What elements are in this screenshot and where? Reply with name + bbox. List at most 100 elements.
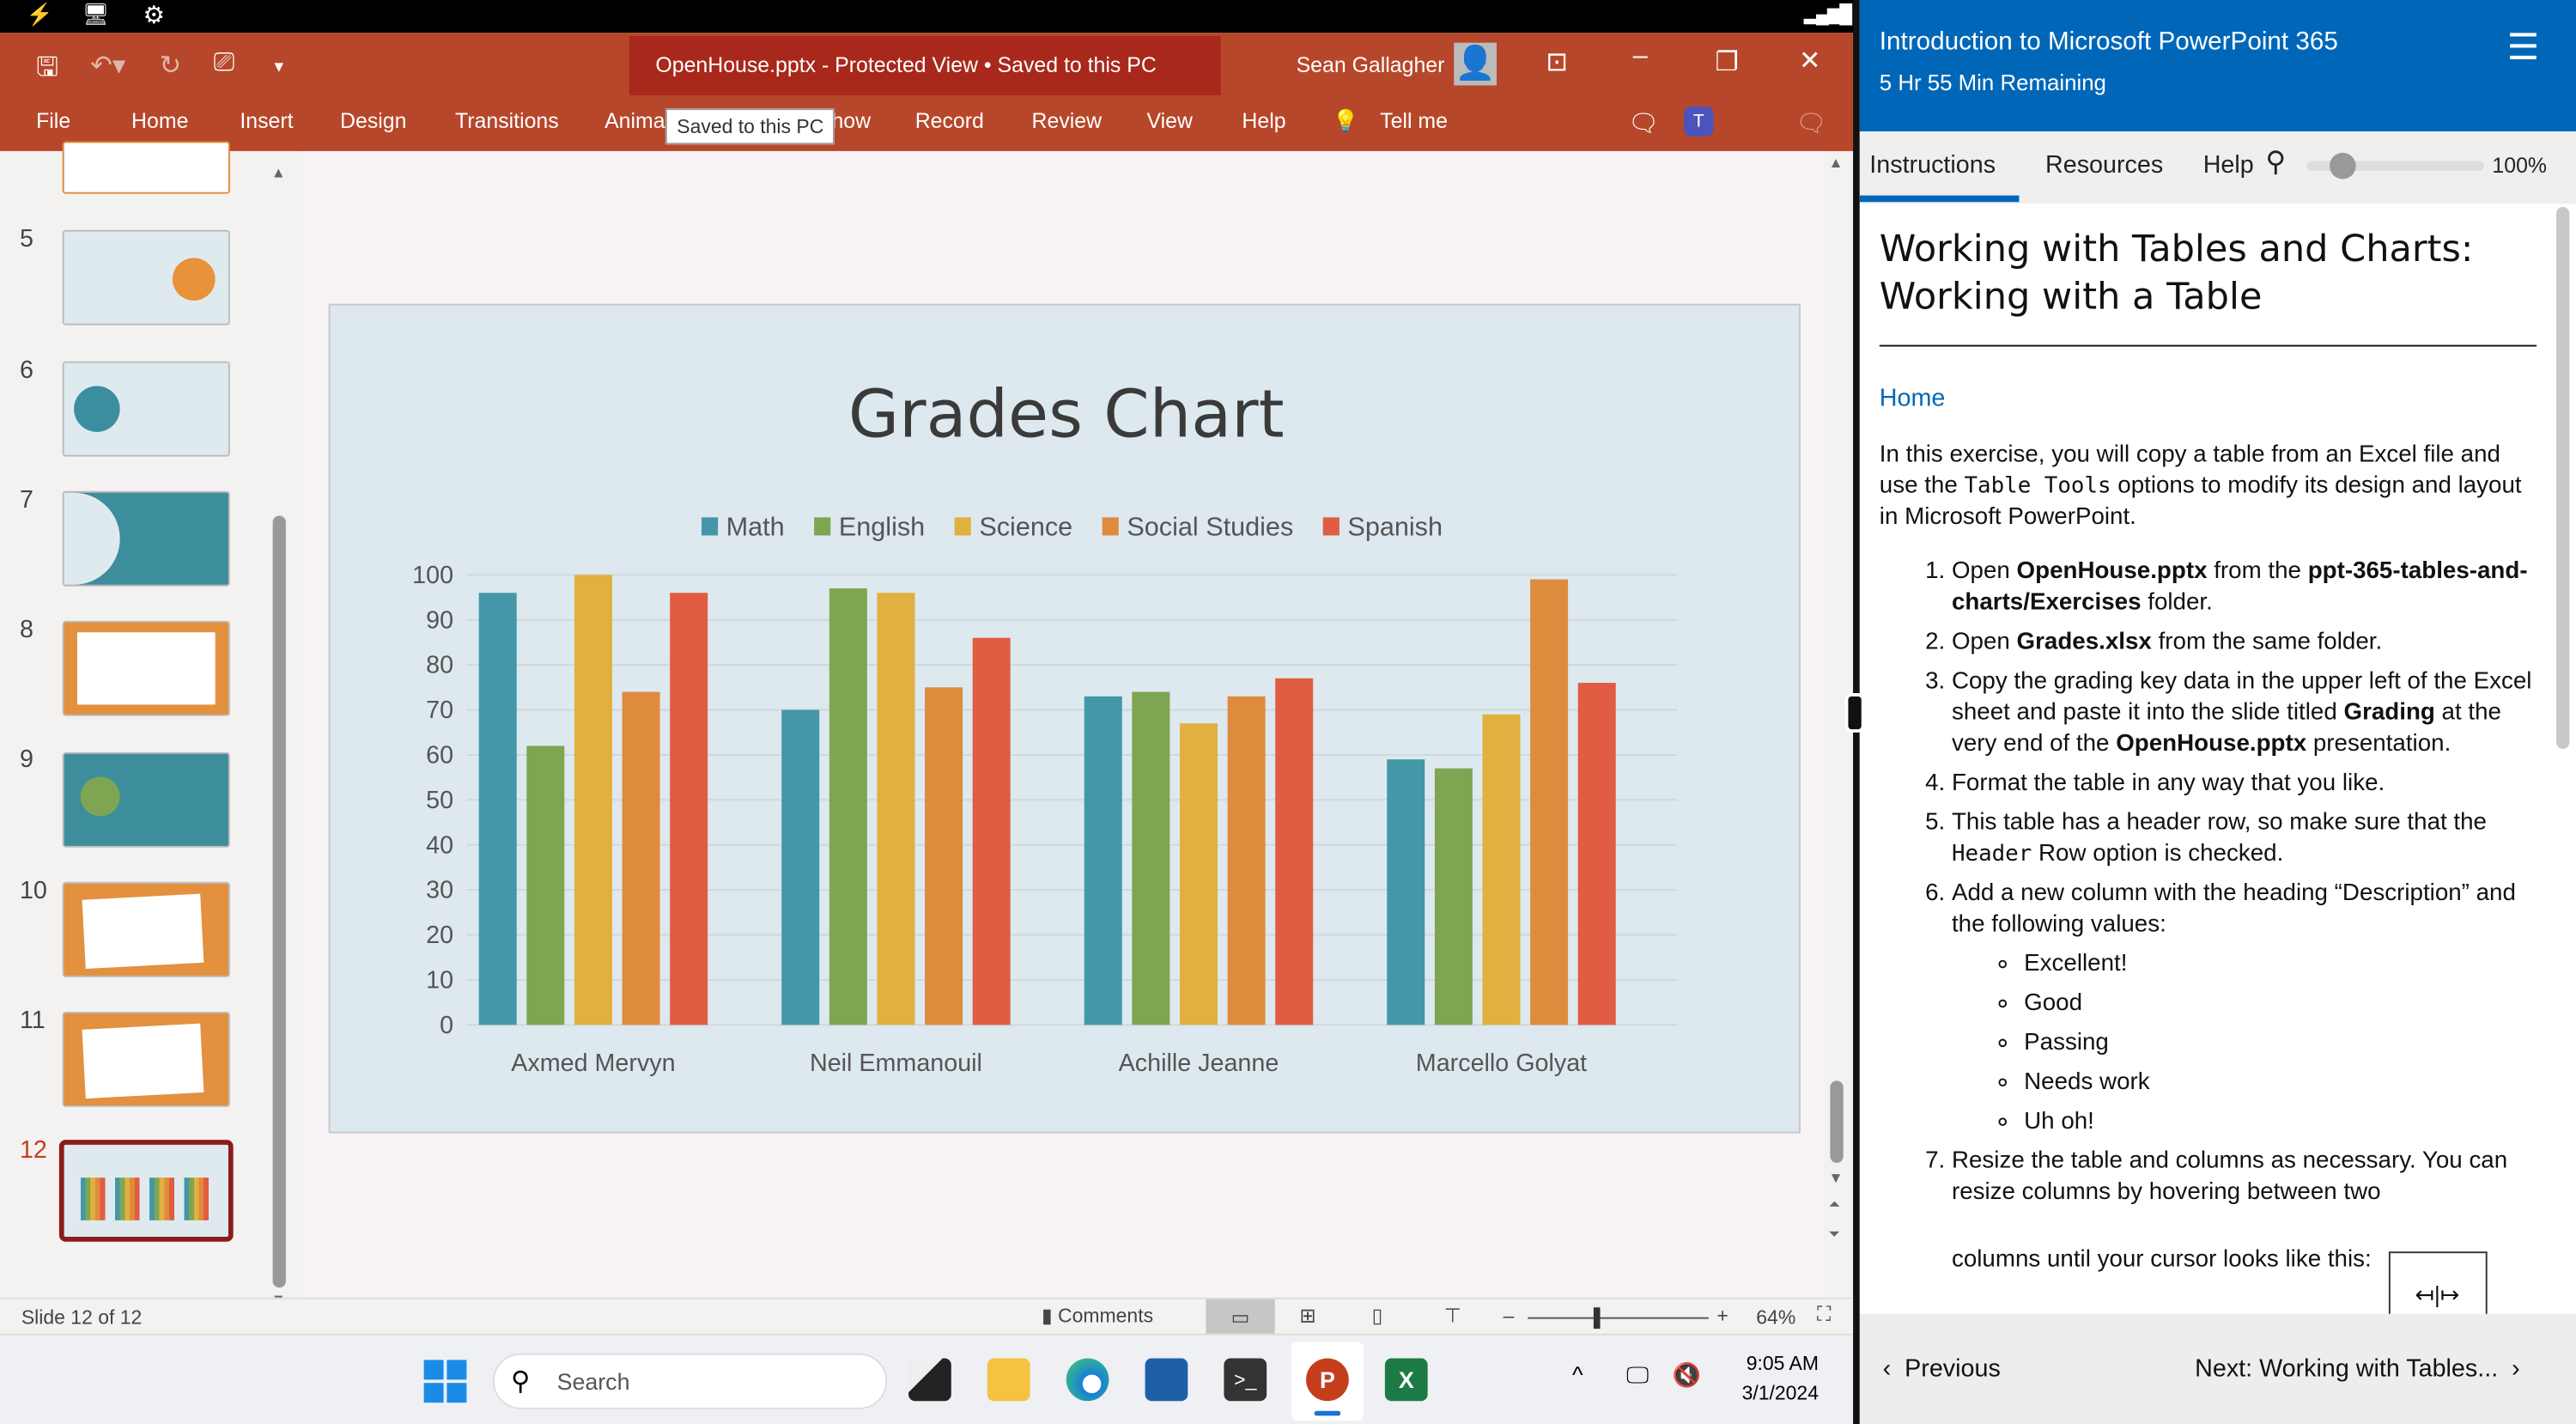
minimize-icon[interactable]: – — [1633, 43, 1648, 72]
volume-muted-icon[interactable]: 🔇 — [1673, 1361, 1701, 1390]
tab-record[interactable]: Record — [915, 108, 984, 133]
fit-to-window-icon[interactable]: ⛶ — [1817, 1302, 1831, 1327]
split-resize-handle[interactable] — [1844, 693, 1865, 733]
scrollbar-thumb[interactable] — [272, 515, 286, 1288]
tab-insert[interactable]: Insert — [240, 108, 293, 133]
present-icon[interactable]: ⎚ — [214, 49, 235, 78]
scrollbar-thumb[interactable] — [1830, 1080, 1844, 1163]
windows-start-icon[interactable] — [423, 1360, 467, 1403]
bar-english — [1132, 691, 1170, 1025]
title-bar: 🖫 ↶▾ ↻ ⎚ ▾ OpenHouse.pptx - Protected Vi… — [0, 33, 1854, 151]
slide-thumbnail-12[interactable] — [58, 1140, 234, 1242]
tab-transitions[interactable]: Transitions — [455, 108, 559, 133]
hamburger-menu-icon[interactable]: ☰ — [2507, 27, 2540, 70]
bar-science — [1179, 723, 1218, 1025]
step-text: This table has a header row, so make sur… — [1951, 809, 2488, 837]
zoom-slider[interactable] — [1528, 1307, 1709, 1330]
legend-label: Science — [979, 512, 1072, 541]
current-slide[interactable]: Grades Chart 0 10 20 30 40 50 60 70 80 90 100 Math En… — [328, 303, 1802, 1135]
tab-home[interactable]: Home — [131, 108, 188, 133]
slide-thumbnail-11[interactable] — [62, 1012, 230, 1107]
slide-show-button[interactable]: ⊤ — [1444, 1304, 1461, 1327]
tab-help[interactable]: Help — [2203, 151, 2254, 180]
comments-icon[interactable]: 🗨 — [1628, 108, 1659, 138]
tab-file[interactable]: File — [36, 108, 70, 133]
tooltip: Saved to this PC — [665, 108, 835, 145]
taskbar-search[interactable]: ⚲ Search — [492, 1353, 888, 1409]
course-title: Introduction to Microsoft PowerPoint 365 — [1879, 27, 2338, 57]
previous-button[interactable]: ‹ Previous — [1883, 1355, 2001, 1384]
step-text: from the same folder. — [2151, 629, 2383, 656]
save-icon[interactable]: 🖫 — [36, 49, 58, 94]
reading-view-button[interactable]: ▯ — [1372, 1304, 1383, 1327]
search-icon[interactable]: ⚲ — [2265, 146, 2286, 179]
slide-thumbnail-8[interactable] — [62, 620, 230, 716]
gear-icon[interactable]: ⚙ — [143, 0, 165, 30]
tab-view[interactable]: View — [1146, 108, 1192, 133]
tell-me-search[interactable]: Tell me — [1380, 108, 1448, 133]
y-tick-label: 0 — [440, 1012, 453, 1039]
network-icon[interactable]: 🖵 — [1626, 1361, 1649, 1390]
clock-date[interactable]: 3/1/2024 — [1728, 1381, 1819, 1404]
powerpoint-icon[interactable]: P — [1306, 1358, 1349, 1402]
undo-icon[interactable]: ↶▾ — [90, 49, 125, 82]
text-size-slider[interactable] — [2306, 152, 2484, 180]
tab-resources[interactable]: Resources — [2045, 151, 2163, 180]
zoom-in-button[interactable]: + — [1716, 1304, 1728, 1327]
excel-icon[interactable]: X — [1384, 1358, 1428, 1402]
previous-slide-icon[interactable]: ⏶ — [1828, 1196, 1840, 1214]
text-size-slider-thumb[interactable] — [2330, 152, 2356, 180]
step-bold: OpenHouse.pptx — [2116, 730, 2307, 758]
store-icon[interactable] — [1145, 1358, 1188, 1402]
next-button[interactable]: Next: Working with Tables... › — [2195, 1355, 2520, 1384]
share-icon[interactable]: 🗨 — [1795, 108, 1826, 138]
slide-thumbnail-10[interactable] — [62, 881, 230, 977]
y-tick-label: 10 — [426, 966, 453, 994]
customize-qat-icon[interactable]: ▾ — [275, 56, 284, 77]
slide-thumbnail-4[interactable] — [62, 141, 230, 194]
restore-icon[interactable]: ❐ — [1715, 46, 1738, 79]
tab-instructions[interactable]: Instructions — [1869, 151, 1996, 180]
normal-view-button[interactable]: ▭ — [1206, 1299, 1275, 1336]
bar-spanish — [972, 637, 1011, 1025]
zoom-level[interactable]: 64% — [1756, 1305, 1795, 1329]
slide-thumbnail-7[interactable] — [62, 490, 230, 587]
panel-tabs: Instructions Resources Help ⚲ 100% — [1859, 131, 2576, 204]
resize-cursor-image: ↤|↦ — [2387, 1251, 2487, 1314]
slide-thumbnail-6[interactable] — [62, 361, 230, 457]
task-view-icon[interactable] — [908, 1358, 951, 1402]
zoom-out-button[interactable]: – — [1504, 1304, 1515, 1327]
avatar[interactable]: 👤 — [1454, 42, 1497, 86]
user-name[interactable]: Sean Gallagher — [1297, 52, 1445, 77]
edge-icon[interactable] — [1066, 1358, 1109, 1402]
tab-help[interactable]: Help — [1242, 108, 1285, 133]
scrollbar-thumb[interactable] — [2556, 206, 2570, 750]
zoom-slider-thumb[interactable] — [1594, 1307, 1601, 1330]
y-tick-label: 20 — [426, 922, 453, 949]
show-hidden-icons-chevron[interactable]: ^ — [1572, 1361, 1583, 1388]
file-explorer-icon[interactable] — [987, 1358, 1030, 1402]
tab-design[interactable]: Design — [340, 108, 406, 133]
redo-icon[interactable]: ↻ — [160, 49, 182, 82]
tab-review[interactable]: Review — [1032, 108, 1103, 133]
clock-time[interactable]: 9:05 AM — [1728, 1352, 1819, 1375]
comments-button[interactable]: ▮ Comments — [1042, 1304, 1153, 1327]
step-code: Header — [1951, 841, 2032, 867]
slide-thumbnail-5[interactable] — [62, 229, 230, 326]
close-icon[interactable]: ✕ — [1799, 45, 1821, 77]
bar-math — [1387, 759, 1425, 1025]
search-icon: ⚲ — [511, 1367, 531, 1397]
next-slide-icon[interactable]: ⏷ — [1828, 1226, 1840, 1244]
vertical-scrollbar[interactable]: ▲ ▼ ⏶ ⏷ — [1828, 151, 1844, 1298]
home-link[interactable]: Home — [1880, 383, 2537, 414]
bar-english — [1434, 768, 1473, 1025]
slide-thumbnail-9[interactable] — [62, 752, 230, 848]
thumbnails-scrollbar[interactable]: ▲ ▼ — [271, 164, 288, 1307]
terminal-icon[interactable]: >_ — [1224, 1358, 1267, 1402]
slide-sorter-button[interactable]: ⊞ — [1299, 1304, 1315, 1327]
teams-icon[interactable]: T — [1684, 106, 1714, 137]
content-scrollbar[interactable] — [2556, 206, 2570, 1311]
grades-chart[interactable]: Grades Chart 0 10 20 30 40 50 60 70 80 90 100 Math En… — [331, 306, 1802, 1135]
active-tab-indicator — [1859, 195, 2020, 203]
ribbon-display-icon[interactable]: ⊡ — [1546, 46, 1568, 79]
